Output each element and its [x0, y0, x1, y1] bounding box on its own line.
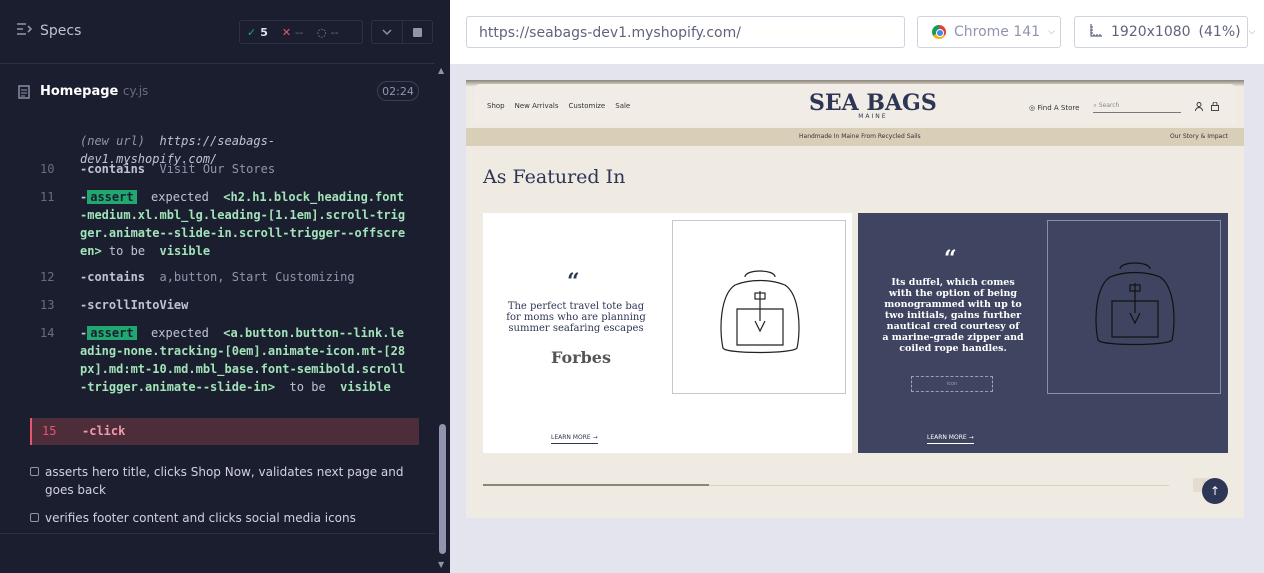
scrollbar[interactable]: ▲ ▼ — [437, 64, 449, 573]
x-icon: ✕ — [281, 25, 292, 39]
icon-placeholder: icon — [911, 376, 993, 392]
chevron-down-icon[interactable] — [372, 21, 403, 43]
site-header: Shop New Arrivals Customize Sale SEA BAG… — [466, 80, 1244, 146]
command-log-panel: Specs ✓ 5 ✕ -- ◌ -- Homepage cy.js 02:24… — [0, 0, 450, 573]
command-row[interactable]: 13 -scrollIntoView — [30, 296, 419, 314]
duration-badge: 02:24 — [377, 81, 419, 101]
learn-more-link[interactable]: LEARN MORE → — [551, 434, 598, 444]
stop-icon[interactable] — [403, 21, 433, 43]
specs-label: Specs — [40, 23, 82, 39]
command-row[interactable]: 12 -contains a,button, Start Customizing — [30, 268, 419, 286]
browser-selector[interactable]: Chrome 141 ⌵ — [917, 16, 1061, 48]
featured-heading: As Featured In — [483, 166, 626, 188]
assert-badge: assert — [87, 190, 137, 204]
cart-icon[interactable] — [1211, 101, 1220, 113]
specs-header: Specs ✓ 5 ✕ -- ◌ -- — [0, 0, 435, 64]
command-row-active[interactable]: 15 -click — [30, 418, 419, 445]
test-stats: ✓ 5 ✕ -- ◌ -- — [239, 20, 363, 44]
spinner-icon: ◌ — [317, 25, 327, 39]
test-status-icon — [30, 513, 39, 522]
chevron-down-icon: ⌵ — [1248, 27, 1256, 37]
user-icon[interactable] — [1195, 102, 1204, 113]
viewport-selector[interactable]: 1920x1080 (41%) ⌵ — [1074, 16, 1255, 48]
scroll-down-icon[interactable]: ▼ — [438, 560, 444, 569]
command-row-assert[interactable]: 11 - assert expected <h2.h1.block_heading… — [30, 188, 419, 260]
divider — [0, 533, 435, 534]
forbes-logo: Forbes — [551, 348, 611, 367]
chevron-down-icon: ⌵ — [1048, 27, 1055, 37]
failed-count: ✕ -- — [281, 25, 304, 39]
pin-icon: ◎ — [1029, 103, 1036, 112]
nav-customize[interactable]: Customize — [569, 102, 606, 110]
file-icon — [18, 84, 30, 103]
site-nav: Shop New Arrivals Customize Sale — [487, 102, 630, 110]
scroll-up-icon[interactable]: ▲ — [438, 66, 444, 75]
aut-panel: https://seabags-dev1.myshopify.com/ Chro… — [450, 0, 1264, 573]
search-icon: ⌕ — [1093, 102, 1097, 109]
chrome-icon — [932, 25, 946, 39]
learn-more-link[interactable]: LEARN MORE → — [927, 434, 974, 444]
check-icon: ✓ — [247, 25, 257, 39]
arrow-up-icon: ↑ — [1209, 484, 1221, 498]
quote-icon: “ — [944, 246, 957, 272]
aut-iframe: Shop New Arrivals Customize Sale SEA BAG… — [466, 80, 1244, 518]
product-image — [1047, 220, 1221, 394]
command-row[interactable]: 10 -contains Visit Our Stores — [30, 160, 419, 178]
announcement-bar: Handmade In Maine From Recycled Sails Ou… — [466, 128, 1244, 146]
run-controls — [371, 20, 433, 44]
test-item[interactable]: asserts hero title, clicks Shop Now, val… — [30, 463, 410, 499]
test-status-icon — [30, 467, 39, 476]
assert-badge: assert — [87, 326, 137, 340]
spec-file-name: Homepage cy.js — [40, 84, 149, 99]
carousel-progress — [483, 484, 710, 486]
site-search-input[interactable]: ⌕ Search — [1093, 102, 1182, 113]
pending-count: ◌ -- — [317, 25, 339, 39]
test-item[interactable]: verifies footer content and clicks socia… — [30, 509, 410, 527]
command-row-assert[interactable]: 14 - assert expected <a.button.button--li… — [30, 324, 419, 414]
spec-file-header[interactable]: Homepage cy.js 02:24 — [0, 76, 435, 108]
nav-new-arrivals[interactable]: New Arrivals — [515, 102, 559, 110]
product-image — [672, 220, 846, 394]
header-utilities: ◎ Find A Store ⌕ Search — [1029, 101, 1220, 113]
url-bar[interactable]: https://seabags-dev1.myshopify.com/ — [466, 16, 905, 48]
scroll-thumb[interactable] — [439, 424, 446, 554]
ruler-icon — [1089, 23, 1103, 41]
featured-card-forbes: “ The perfect travel tote bag for moms w… — [483, 213, 852, 453]
find-store-link[interactable]: ◎ Find A Store — [1029, 104, 1079, 112]
command-new-url[interactable]: (new url) https://seabags-dev1.myshopify… — [30, 132, 419, 166]
aut-toolbar: https://seabags-dev1.myshopify.com/ Chro… — [450, 0, 1264, 64]
featured-card-duffel: “ Its duffel, which comes with the optio… — [858, 213, 1228, 453]
featured-quote: The perfect travel tote bag for moms who… — [506, 301, 646, 334]
nav-shop[interactable]: Shop — [487, 102, 505, 110]
our-story-link[interactable]: Our Story & Impact — [1170, 133, 1228, 140]
site-logo[interactable]: SEA BAGS MAINE — [809, 92, 937, 120]
nav-sale[interactable]: Sale — [615, 102, 630, 110]
scroll-to-top-button[interactable]: ↑ — [1202, 478, 1228, 504]
specs-menu-icon — [16, 22, 33, 40]
specs-toggle[interactable]: Specs — [16, 22, 81, 40]
backpack-icon — [1095, 262, 1175, 346]
featured-quote: Its duffel, which comes with the option … — [882, 277, 1024, 354]
backpack-icon — [720, 270, 800, 354]
passed-count: ✓ 5 — [247, 25, 268, 39]
quote-icon: “ — [567, 269, 580, 295]
